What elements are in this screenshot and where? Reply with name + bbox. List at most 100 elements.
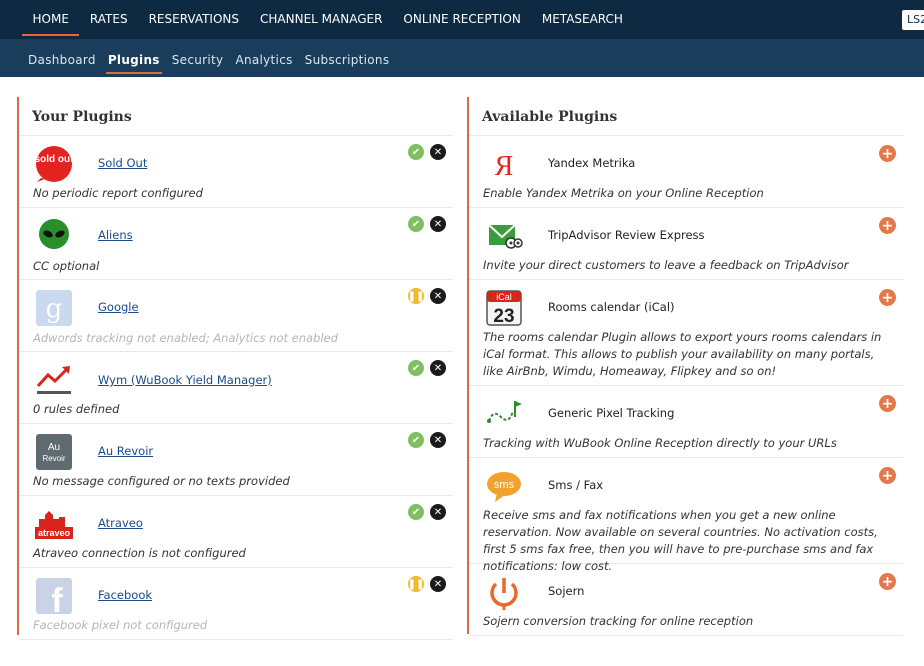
plugin-desc-wym: 0 rules defined	[33, 402, 120, 416]
plugin-link-wym[interactable]: Wym (WuBook Yield Manager)	[98, 373, 272, 387]
available-desc-pixel: Tracking with WuBook Online Reception di…	[483, 436, 837, 450]
plugin-link-sold-out[interactable]: Sold Out	[98, 156, 147, 170]
top-navigation-bar: HOME RATES RESERVATIONS CHANNEL MANAGER …	[0, 0, 924, 39]
sms-bubble-icon: sms	[485, 467, 523, 505]
plugin-row-atraveo: atraveo Atraveo ✔ ✕ Atraveo connection i…	[19, 496, 453, 568]
yandex-logo-text: Я	[495, 151, 514, 182]
alien-logo-icon	[35, 217, 73, 255]
available-row-tripadvisor: TripAdvisor Review Express + Invite your…	[469, 208, 903, 280]
check-icon[interactable]: ✔	[408, 216, 424, 232]
sub-menu: Dashboard Plugins Security Analytics Sub…	[22, 39, 395, 77]
available-name-yandex: Yandex Metrika	[548, 156, 636, 170]
remove-icon[interactable]: ✕	[430, 216, 446, 232]
check-icon[interactable]: ✔	[408, 504, 424, 520]
available-desc-yandex: Enable Yandex Metrika on your Online Rec…	[483, 186, 764, 200]
add-plugin-icon[interactable]: +	[879, 395, 896, 412]
available-desc-tripadvisor: Invite your direct customers to leave a …	[483, 258, 849, 272]
plugin-row-wym: Wym (WuBook Yield Manager) ✔ ✕ 0 rules d…	[19, 352, 453, 424]
add-plugin-icon[interactable]: +	[879, 467, 896, 484]
tab-dashboard[interactable]: Dashboard	[22, 39, 102, 77]
account-badge[interactable]: LS2	[902, 10, 924, 30]
available-desc-ical: The rooms calendar Plugin allows to expo…	[483, 330, 882, 378]
tab-subscriptions[interactable]: Subscriptions	[299, 39, 396, 77]
available-row-yandex: Я Yandex Metrika + Enable Yandex Metrika…	[469, 136, 903, 208]
facebook-logo-icon: f	[35, 577, 73, 620]
available-row-pixel: Generic Pixel Tracking + Tracking with W…	[469, 386, 903, 458]
sojern-power-icon	[485, 573, 523, 611]
google-logo-icon: g	[35, 289, 73, 327]
plugin-row-sold-out: sold out Sold Out ✔ ✕ No periodic report…	[19, 136, 453, 208]
remove-icon[interactable]: ✕	[430, 576, 446, 592]
add-plugin-icon[interactable]: +	[879, 217, 896, 234]
remove-icon[interactable]: ✕	[430, 144, 446, 160]
facebook-logo-text: f	[51, 582, 63, 615]
plugin-link-aliens[interactable]: Aliens	[98, 228, 133, 242]
plugin-row-aliens: Aliens ✔ ✕ CC optional	[19, 208, 453, 280]
calendar-icon-label: iCal	[496, 292, 512, 302]
available-name-tripadvisor: TripAdvisor Review Express	[548, 228, 705, 242]
google-logo-text: g	[46, 294, 63, 324]
available-row-ical: iCal 23 Rooms calendar (iCal) + The room…	[469, 280, 903, 386]
available-name-sms: Sms / Fax	[548, 478, 604, 492]
plugin-row-google: g Google ❚❚ ✕ Adwords tracking not enabl…	[19, 280, 453, 352]
plugin-row-au-revoir: Au Revoir Au Revoir ✔ ✕ No message confi…	[19, 424, 453, 496]
tab-plugins[interactable]: Plugins	[102, 39, 166, 77]
available-name-sojern: Sojern	[548, 584, 585, 598]
calendar-icon: iCal 23	[485, 289, 523, 327]
tracking-path-icon	[485, 395, 523, 433]
your-plugins-title: Your Plugins	[19, 97, 453, 136]
available-row-sojern: Sojern + Sojern conversion tracking for …	[469, 564, 903, 636]
trend-chart-icon	[35, 361, 73, 399]
nav-reservations[interactable]: RESERVATIONS	[138, 0, 249, 39]
plugin-desc-sold-out: No periodic report configured	[33, 186, 203, 200]
available-name-ical: Rooms calendar (iCal)	[548, 300, 675, 314]
pause-icon[interactable]: ❚❚	[408, 288, 424, 304]
plugin-link-atraveo[interactable]: Atraveo	[98, 516, 143, 530]
tab-security[interactable]: Security	[166, 39, 230, 77]
remove-icon[interactable]: ✕	[430, 504, 446, 520]
remove-icon[interactable]: ✕	[430, 360, 446, 376]
tab-analytics[interactable]: Analytics	[229, 39, 298, 77]
add-plugin-icon[interactable]: +	[879, 145, 896, 162]
plugin-desc-aliens: CC optional	[33, 259, 100, 273]
remove-icon[interactable]: ✕	[430, 288, 446, 304]
plugin-desc-au-revoir: No message configured or no texts provid…	[33, 474, 290, 488]
available-desc-sojern: Sojern conversion tracking for online re…	[483, 614, 754, 628]
nav-online-reception[interactable]: ONLINE RECEPTION	[393, 0, 531, 39]
tripadvisor-mail-icon	[485, 217, 523, 255]
add-plugin-icon[interactable]: +	[879, 289, 896, 306]
yandex-logo-icon: Я	[485, 145, 523, 183]
plugin-link-facebook[interactable]: Facebook	[98, 588, 152, 602]
pause-icon[interactable]: ❚❚	[408, 576, 424, 592]
nav-metasearch[interactable]: METASEARCH	[531, 0, 633, 39]
sub-navigation-bar: Dashboard Plugins Security Analytics Sub…	[0, 39, 924, 77]
sold-out-logo-icon: sold out	[35, 145, 74, 183]
plugin-link-au-revoir[interactable]: Au Revoir	[98, 444, 153, 458]
main-menu: HOME RATES RESERVATIONS CHANNEL MANAGER …	[22, 0, 633, 39]
plugin-link-google[interactable]: Google	[98, 300, 139, 314]
svg-text:Revoir: Revoir	[42, 454, 65, 463]
nav-rates[interactable]: RATES	[79, 0, 138, 39]
your-plugins-panel: Your Plugins sold out Sold Out ✔ ✕ No pe…	[17, 97, 453, 640]
plugin-desc-facebook: Facebook pixel not configured	[33, 618, 208, 632]
atraveo-logo-text: atraveo	[38, 528, 71, 538]
available-name-pixel: Generic Pixel Tracking	[548, 406, 675, 420]
nav-home[interactable]: HOME	[22, 0, 80, 39]
calendar-icon-day: 23	[493, 306, 514, 327]
nav-channel-manager[interactable]: CHANNEL MANAGER	[250, 0, 393, 39]
sold-out-logo-text: sold out	[35, 154, 73, 165]
plugin-row-facebook: f Facebook ❚❚ ✕ Facebook pixel not confi…	[19, 568, 453, 640]
sms-logo-text: sms	[494, 479, 515, 491]
available-plugins-title: Available Plugins	[469, 97, 903, 136]
check-icon[interactable]: ✔	[408, 144, 424, 160]
check-icon[interactable]: ✔	[408, 432, 424, 448]
add-plugin-icon[interactable]: +	[879, 573, 896, 590]
au-revoir-logo-icon: Au Revoir	[35, 433, 73, 471]
check-icon[interactable]: ✔	[408, 360, 424, 376]
plugin-desc-google: Adwords tracking not enabled; Analytics …	[33, 331, 338, 345]
plugin-desc-atraveo: Atraveo connection is not configured	[33, 546, 246, 560]
available-row-sms: sms Sms / Fax + Receive sms and fax noti…	[469, 458, 903, 573]
available-plugins-panel: Available Plugins Я Yandex Metrika + Ena…	[467, 97, 903, 636]
atraveo-logo-icon: atraveo	[35, 505, 73, 543]
remove-icon[interactable]: ✕	[430, 432, 446, 448]
